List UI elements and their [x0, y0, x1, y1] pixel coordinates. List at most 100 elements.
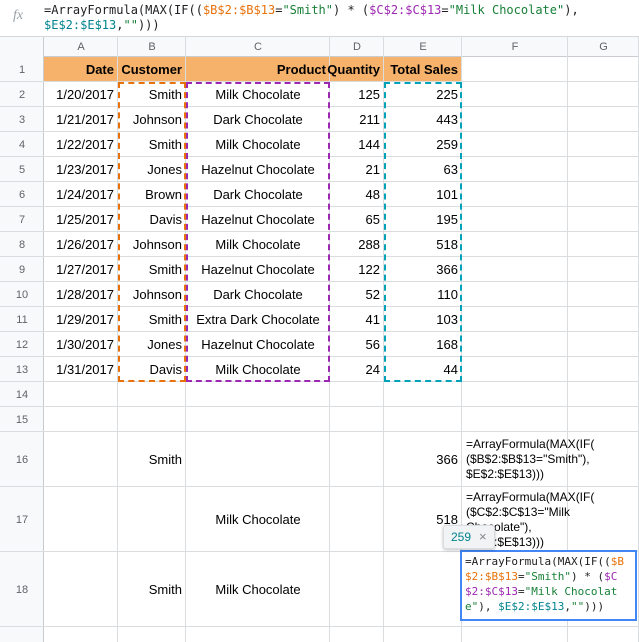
column-header-G[interactable]: G: [568, 37, 639, 57]
row-header-5[interactable]: 5: [0, 157, 44, 182]
column-header-F[interactable]: F: [462, 37, 568, 57]
cell-E12[interactable]: 168: [384, 332, 462, 357]
cell-E11[interactable]: 103: [384, 307, 462, 332]
row-header-18[interactable]: 18: [0, 552, 44, 627]
row-header-7[interactable]: 7: [0, 207, 44, 232]
cell-A10[interactable]: 1/28/2017: [44, 282, 118, 307]
cell-B1[interactable]: Customer: [118, 57, 186, 82]
cell-B12[interactable]: Jones: [118, 332, 186, 357]
cell-C13[interactable]: Milk Chocolate: [186, 357, 330, 382]
cell-C3[interactable]: Dark Chocolate: [186, 107, 330, 132]
cell-E3[interactable]: 443: [384, 107, 462, 132]
cell-F16[interactable]: =ArrayFormula(MAX(IF( ($B$2:$B$13="Smith…: [462, 432, 594, 487]
row-header-13[interactable]: 13: [0, 357, 44, 382]
cell-D12[interactable]: 56: [330, 332, 384, 357]
cell-C2[interactable]: Milk Chocolate: [186, 82, 330, 107]
cell-A5[interactable]: 1/23/2017: [44, 157, 118, 182]
cell-A1[interactable]: Date: [44, 57, 118, 82]
cell-E10[interactable]: 110: [384, 282, 462, 307]
cell-C5[interactable]: Hazelnut Chocolate: [186, 157, 330, 182]
cell-B4[interactable]: Smith: [118, 132, 186, 157]
cell-D7[interactable]: 65: [330, 207, 384, 232]
cell-C7[interactable]: Hazelnut Chocolate: [186, 207, 330, 232]
row-header-11[interactable]: 11: [0, 307, 44, 332]
cell-B9[interactable]: Smith: [118, 257, 186, 282]
row-header-17[interactable]: 17: [0, 487, 44, 552]
cell-D10[interactable]: 52: [330, 282, 384, 307]
column-header-D[interactable]: D: [330, 37, 384, 57]
cell-D2[interactable]: 125: [330, 82, 384, 107]
cell-B3[interactable]: Johnson: [118, 107, 186, 132]
cell-E5[interactable]: 63: [384, 157, 462, 182]
cell-B5[interactable]: Jones: [118, 157, 186, 182]
cell-C6[interactable]: Dark Chocolate: [186, 182, 330, 207]
cell-A2[interactable]: 1/20/2017: [44, 82, 118, 107]
row-header-1[interactable]: 1: [0, 57, 44, 82]
row-header-6[interactable]: 6: [0, 182, 44, 207]
cell-C12[interactable]: Hazelnut Chocolate: [186, 332, 330, 357]
cell-C8[interactable]: Milk Chocolate: [186, 232, 330, 257]
close-icon[interactable]: ×: [479, 530, 487, 543]
cell-B6[interactable]: Brown: [118, 182, 186, 207]
cell-A6[interactable]: 1/24/2017: [44, 182, 118, 207]
column-header-B[interactable]: B: [118, 37, 186, 57]
cell-B10[interactable]: Johnson: [118, 282, 186, 307]
spreadsheet-grid: =ArrayFormula(MAX(IF(($B$2:$B$13="Smith"…: [0, 37, 639, 642]
cell-C10[interactable]: Dark Chocolate: [186, 282, 330, 307]
column-header-A[interactable]: A: [44, 37, 118, 57]
cell-editor-F18[interactable]: =ArrayFormula(MAX(IF(($B$2:$B$13="Smith"…: [460, 550, 637, 621]
cell-E16[interactable]: 366: [384, 432, 462, 487]
cell-B13[interactable]: Davis: [118, 357, 186, 382]
cell-E4[interactable]: 259: [384, 132, 462, 157]
cell-E7[interactable]: 195: [384, 207, 462, 232]
cell-D13[interactable]: 24: [330, 357, 384, 382]
row-header-4[interactable]: 4: [0, 132, 44, 157]
cell-D11[interactable]: 41: [330, 307, 384, 332]
row-header-8[interactable]: 8: [0, 232, 44, 257]
cell-A9[interactable]: 1/27/2017: [44, 257, 118, 282]
cell-A7[interactable]: 1/25/2017: [44, 207, 118, 232]
cell-A11[interactable]: 1/29/2017: [44, 307, 118, 332]
cell-B8[interactable]: Johnson: [118, 232, 186, 257]
row-header-9[interactable]: 9: [0, 257, 44, 282]
cell-B16[interactable]: Smith: [118, 432, 186, 487]
cell-C9[interactable]: Hazelnut Chocolate: [186, 257, 330, 282]
row-header-3[interactable]: 3: [0, 107, 44, 132]
cell-E1[interactable]: Total Sales: [384, 57, 462, 82]
cell-B2[interactable]: Smith: [118, 82, 186, 107]
row-header-12[interactable]: 12: [0, 332, 44, 357]
row-header-16[interactable]: 16: [0, 432, 44, 487]
cell-E9[interactable]: 366: [384, 257, 462, 282]
column-header-C[interactable]: C: [186, 37, 330, 57]
cell-B18[interactable]: Smith: [118, 552, 186, 627]
row-header-10[interactable]: 10: [0, 282, 44, 307]
cell-D5[interactable]: 21: [330, 157, 384, 182]
cell-D1[interactable]: Quantity: [327, 57, 384, 82]
row-header-14[interactable]: 14: [0, 382, 44, 407]
cell-B7[interactable]: Davis: [118, 207, 186, 232]
cell-D3[interactable]: 211: [330, 107, 384, 132]
cell-A12[interactable]: 1/30/2017: [44, 332, 118, 357]
formula-input[interactable]: =ArrayFormula(MAX(IF(($B$2:$B$13 = "Smith"…: [44, 3, 631, 33]
cell-C17[interactable]: Milk Chocolate: [186, 487, 330, 552]
cell-E8[interactable]: 518: [384, 232, 462, 257]
cell-A13[interactable]: 1/31/2017: [44, 357, 118, 382]
cell-C4[interactable]: Milk Chocolate: [186, 132, 330, 157]
cell-C11[interactable]: Extra Dark Chocolate: [186, 307, 330, 332]
cell-D4[interactable]: 144: [330, 132, 384, 157]
cell-E13[interactable]: 44: [384, 357, 462, 382]
cell-D6[interactable]: 48: [330, 182, 384, 207]
row-header-2[interactable]: 2: [0, 82, 44, 107]
cell-C1[interactable]: Product: [186, 57, 330, 82]
cell-C18[interactable]: Milk Chocolate: [186, 552, 330, 627]
cell-A4[interactable]: 1/22/2017: [44, 132, 118, 157]
column-header-E[interactable]: E: [384, 37, 462, 57]
cell-E6[interactable]: 101: [384, 182, 462, 207]
cell-A8[interactable]: 1/26/2017: [44, 232, 118, 257]
cell-A3[interactable]: 1/21/2017: [44, 107, 118, 132]
cell-E2[interactable]: 225: [384, 82, 462, 107]
cell-B11[interactable]: Smith: [118, 307, 186, 332]
cell-D8[interactable]: 288: [330, 232, 384, 257]
cell-D9[interactable]: 122: [330, 257, 384, 282]
row-header-15[interactable]: 15: [0, 407, 44, 432]
